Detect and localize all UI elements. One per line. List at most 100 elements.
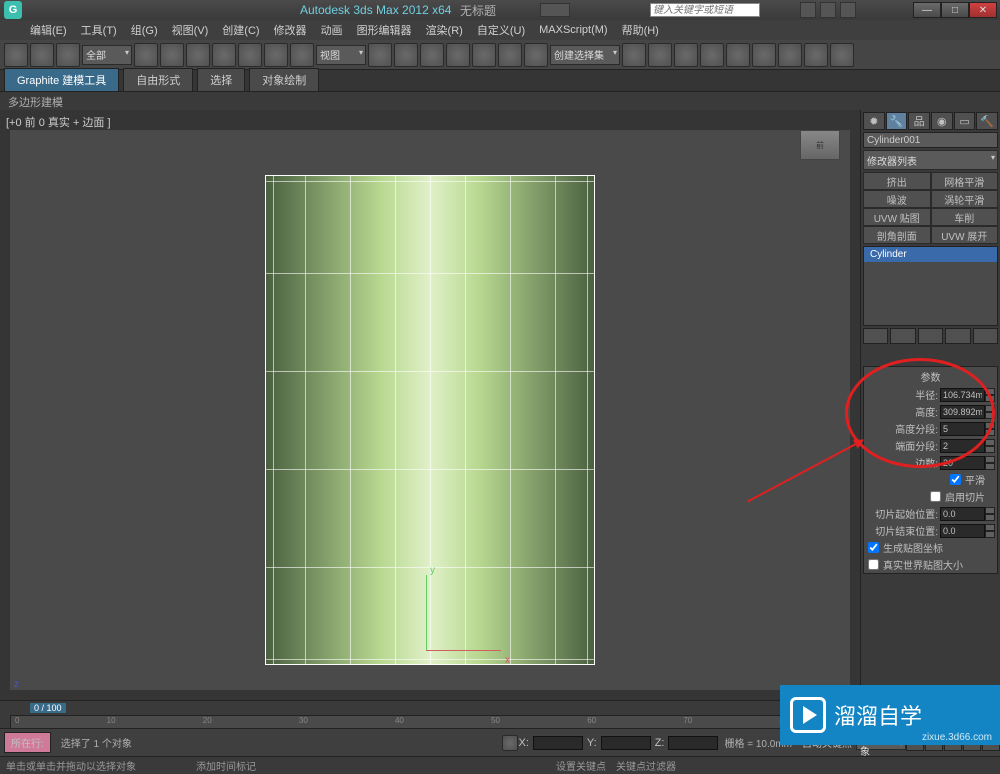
menu-tools[interactable]: 工具(T) bbox=[81, 22, 117, 38]
viewcube[interactable]: 前 bbox=[800, 130, 840, 160]
snap-angle-button[interactable] bbox=[446, 43, 470, 67]
x-input[interactable] bbox=[533, 736, 583, 750]
ribbon-tab-graphite[interactable]: Graphite 建模工具 bbox=[4, 68, 119, 91]
named-sel-prev-button[interactable] bbox=[524, 43, 548, 67]
viewport-label[interactable]: [+0 前 0 真实 + 边面 ] bbox=[6, 114, 111, 130]
slice-on-checkbox[interactable] bbox=[930, 491, 941, 502]
window-crossing-button[interactable] bbox=[212, 43, 236, 67]
menu-create[interactable]: 创建(C) bbox=[222, 22, 259, 38]
gen-uv-checkbox[interactable] bbox=[868, 542, 879, 553]
mod-btn-turbosmooth[interactable]: 涡轮平滑 bbox=[931, 190, 999, 208]
help-search-input[interactable] bbox=[650, 3, 760, 17]
named-selection-dropdown[interactable]: 创建选择集 bbox=[550, 45, 620, 65]
smooth-checkbox[interactable] bbox=[950, 474, 961, 485]
pivot-button[interactable] bbox=[368, 43, 392, 67]
real-world-checkbox[interactable] bbox=[868, 559, 879, 570]
close-button[interactable]: ✕ bbox=[969, 2, 997, 18]
star-icon[interactable] bbox=[820, 2, 836, 18]
menu-help[interactable]: 帮助(H) bbox=[622, 22, 659, 38]
motion-tab[interactable]: ◉ bbox=[931, 112, 953, 130]
create-tab[interactable]: ✹ bbox=[863, 112, 885, 130]
display-tab[interactable]: ▭ bbox=[954, 112, 976, 130]
manipulate-button[interactable] bbox=[394, 43, 418, 67]
render-setup-button[interactable] bbox=[778, 43, 802, 67]
stack-show-button[interactable] bbox=[890, 328, 915, 344]
menu-maxscript[interactable]: MAXScript(M) bbox=[539, 24, 607, 36]
maxscript-listener-button[interactable]: 所在行: bbox=[4, 732, 51, 753]
help-dropdown[interactable] bbox=[540, 3, 570, 17]
hierarchy-tab[interactable]: 品 bbox=[908, 112, 930, 130]
mod-btn-noise[interactable]: 噪波 bbox=[863, 190, 931, 208]
redo-button[interactable] bbox=[30, 43, 54, 67]
time-slider[interactable]: 0 / 100 bbox=[30, 703, 66, 713]
mod-btn-extrude[interactable]: 挤出 bbox=[863, 172, 931, 190]
z-input[interactable] bbox=[668, 736, 718, 750]
maximize-button[interactable]: □ bbox=[941, 2, 969, 18]
snap-2d-button[interactable] bbox=[420, 43, 444, 67]
curve-editor-button[interactable] bbox=[700, 43, 724, 67]
radius-spinner[interactable] bbox=[940, 388, 995, 402]
mod-btn-lathe[interactable]: 车削 bbox=[931, 208, 999, 226]
select-name-button[interactable] bbox=[160, 43, 184, 67]
ribbon-tab-paint[interactable]: 对象绘制 bbox=[249, 68, 319, 91]
mirror-button[interactable] bbox=[622, 43, 646, 67]
menu-group[interactable]: 组(G) bbox=[131, 22, 158, 38]
height-spinner[interactable] bbox=[940, 405, 995, 419]
modify-tab[interactable]: 🔧 bbox=[886, 112, 908, 130]
mod-btn-meshsmooth[interactable]: 网格平滑 bbox=[931, 172, 999, 190]
mod-btn-uvwmap[interactable]: UVW 贴图 bbox=[863, 208, 931, 226]
align-button[interactable] bbox=[648, 43, 672, 67]
lock-icon[interactable] bbox=[502, 735, 518, 751]
setkey-button[interactable]: 设置关键点 bbox=[556, 758, 606, 773]
ref-coord-dropdown[interactable]: 视图 bbox=[316, 45, 366, 65]
undo-button[interactable] bbox=[4, 43, 28, 67]
stack-remove-button[interactable] bbox=[945, 328, 970, 344]
menu-edit[interactable]: 编辑(E) bbox=[30, 22, 67, 38]
height-segs-spinner[interactable] bbox=[940, 422, 995, 436]
modifier-stack[interactable]: Cylinder bbox=[863, 246, 998, 326]
cylinder-object[interactable]: y x bbox=[265, 175, 595, 665]
slice-from-spinner[interactable] bbox=[940, 507, 995, 521]
slice-to-spinner[interactable] bbox=[940, 524, 995, 538]
utilities-tab[interactable]: 🔨 bbox=[976, 112, 998, 130]
stack-item-cylinder[interactable]: Cylinder bbox=[864, 247, 997, 262]
menu-customize[interactable]: 自定义(U) bbox=[477, 22, 525, 38]
menu-animation[interactable]: 动画 bbox=[321, 22, 343, 38]
object-name-input[interactable] bbox=[863, 132, 998, 148]
viewport[interactable]: y x bbox=[10, 130, 850, 690]
select-button[interactable] bbox=[134, 43, 158, 67]
params-rollout-title[interactable]: 参数 bbox=[864, 367, 997, 386]
ribbon-tab-freeform[interactable]: 自由形式 bbox=[123, 68, 193, 91]
info-icon[interactable] bbox=[800, 2, 816, 18]
material-editor-button[interactable] bbox=[752, 43, 776, 67]
render-frame-button[interactable] bbox=[804, 43, 828, 67]
app-logo[interactable]: G bbox=[4, 1, 22, 19]
stack-pin-button[interactable] bbox=[863, 328, 888, 344]
layers-button[interactable] bbox=[674, 43, 698, 67]
y-input[interactable] bbox=[601, 736, 651, 750]
link-button[interactable] bbox=[56, 43, 80, 67]
mod-btn-chamfer[interactable]: 剖角剖面 bbox=[863, 226, 931, 244]
select-rect-button[interactable] bbox=[186, 43, 210, 67]
menu-views[interactable]: 视图(V) bbox=[172, 22, 209, 38]
modifier-list-dropdown[interactable]: 修改器列表 bbox=[863, 150, 998, 170]
move-button[interactable] bbox=[238, 43, 262, 67]
mod-btn-uvwunwrap[interactable]: UVW 展开 bbox=[931, 226, 999, 244]
cap-segs-spinner[interactable] bbox=[940, 439, 995, 453]
selection-filter-dropdown[interactable]: 全部 bbox=[82, 45, 132, 65]
menu-modifiers[interactable]: 修改器 bbox=[274, 22, 307, 38]
snap-percent-button[interactable] bbox=[472, 43, 496, 67]
spinner-snap-button[interactable] bbox=[498, 43, 522, 67]
rotate-button[interactable] bbox=[264, 43, 288, 67]
stack-config-button[interactable] bbox=[973, 328, 998, 344]
menu-rendering[interactable]: 渲染(R) bbox=[426, 22, 463, 38]
ribbon-tab-selection[interactable]: 选择 bbox=[197, 68, 245, 91]
add-time-tag[interactable]: 添加时间标记 bbox=[196, 758, 256, 773]
help-icon[interactable] bbox=[840, 2, 856, 18]
menu-grapheditors[interactable]: 图形编辑器 bbox=[357, 22, 412, 38]
stack-unique-button[interactable] bbox=[918, 328, 943, 344]
minimize-button[interactable]: — bbox=[913, 2, 941, 18]
schematic-button[interactable] bbox=[726, 43, 750, 67]
sides-spinner[interactable] bbox=[940, 456, 995, 470]
scale-button[interactable] bbox=[290, 43, 314, 67]
